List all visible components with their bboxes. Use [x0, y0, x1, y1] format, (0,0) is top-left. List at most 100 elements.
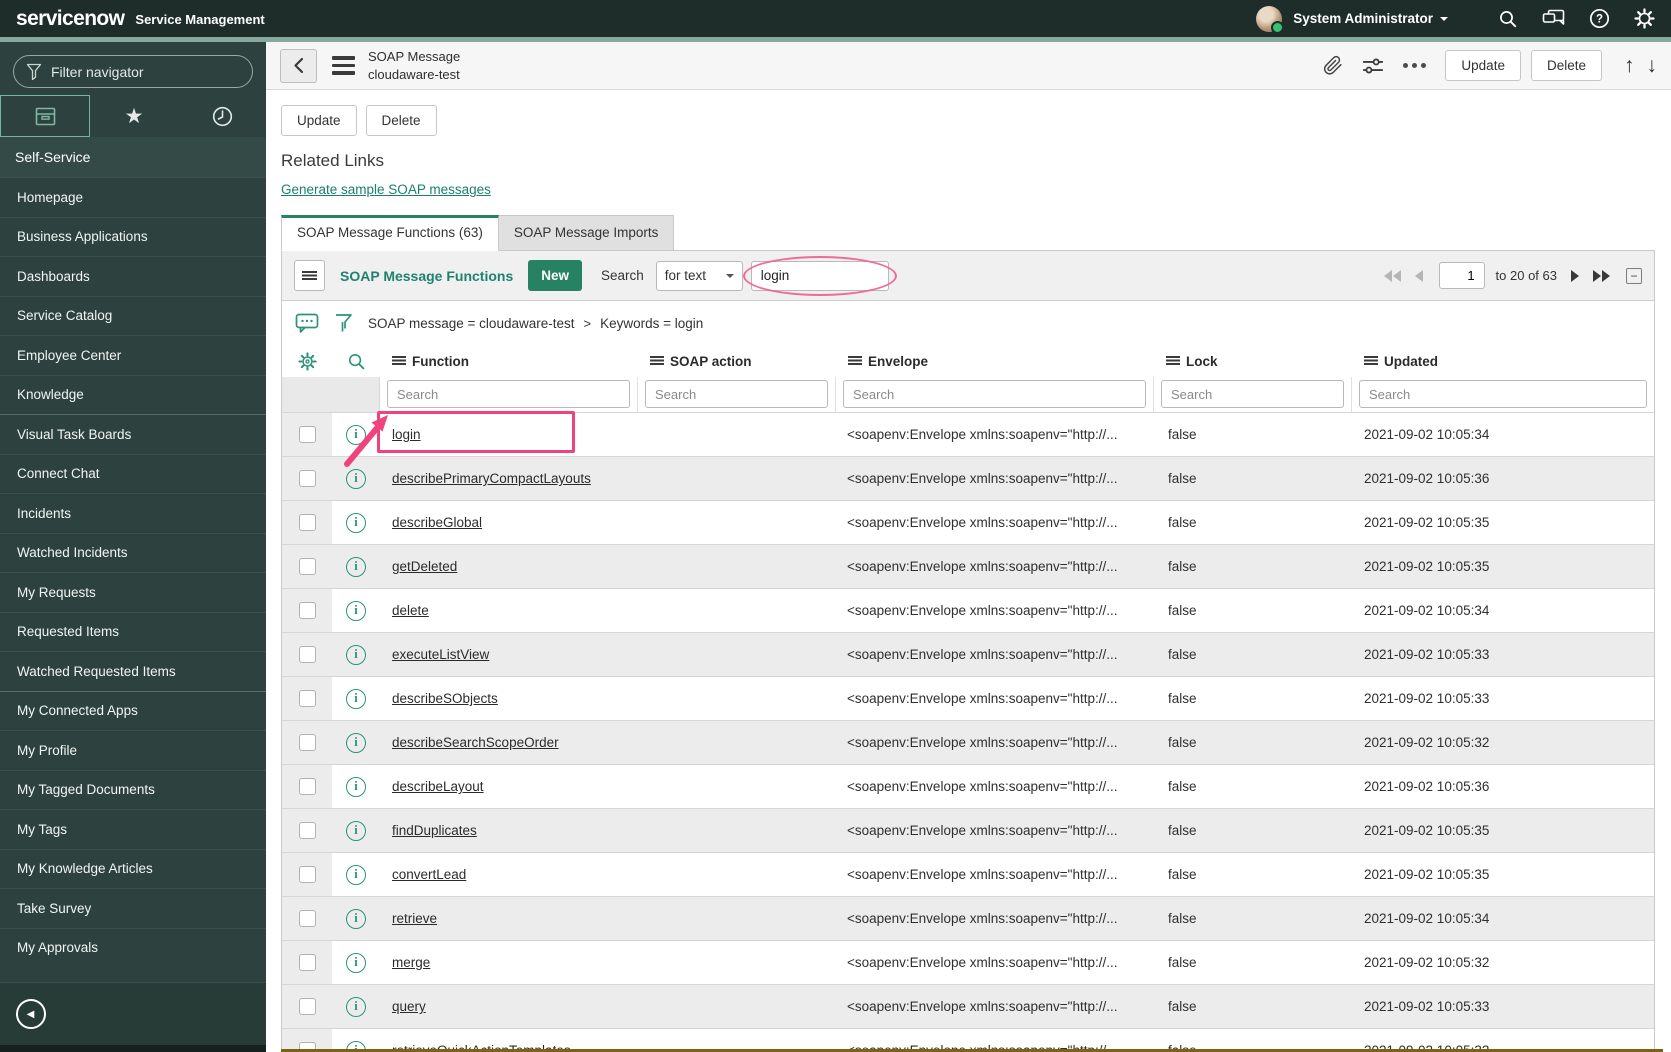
info-icon[interactable]: i	[346, 732, 366, 753]
info-icon[interactable]: i	[346, 512, 366, 533]
search-icon[interactable]	[1498, 9, 1518, 29]
function-link[interactable]: login	[392, 427, 421, 442]
info-icon[interactable]: i	[346, 688, 366, 709]
previous-record-icon[interactable]: ↑	[1624, 54, 1635, 78]
update-button-header[interactable]: Update	[1445, 50, 1521, 81]
soap-action-column-search[interactable]	[645, 380, 828, 408]
filter-funnel-icon[interactable]	[334, 313, 353, 334]
sidebar-item[interactable]: Visual Task Boards	[0, 414, 266, 454]
sidebar-item[interactable]: Watched Incidents	[0, 532, 266, 573]
info-icon[interactable]: i	[346, 908, 366, 929]
column-header-envelope[interactable]: Envelope	[836, 354, 1154, 369]
first-page-icon[interactable]	[1383, 269, 1401, 282]
row-checkbox[interactable]	[298, 910, 316, 927]
row-checkbox[interactable]	[298, 514, 316, 531]
sidebar-item[interactable]: Business Applications	[0, 216, 266, 257]
new-button[interactable]: New	[528, 260, 582, 291]
avatar[interactable]	[1256, 5, 1285, 34]
info-icon[interactable]: i	[346, 556, 366, 577]
next-page-icon[interactable]	[1571, 269, 1579, 282]
sidebar-item[interactable]: Take Survey	[0, 888, 266, 928]
filter-navigator-input[interactable]	[51, 63, 240, 80]
row-checkbox[interactable]	[298, 558, 316, 575]
filter-navigator[interactable]	[13, 55, 253, 88]
row-checkbox[interactable]	[298, 954, 316, 971]
function-link[interactable]: findDuplicates	[392, 823, 477, 838]
column-header-soap-action[interactable]: SOAP action	[638, 354, 836, 369]
function-link[interactable]: query	[392, 999, 426, 1014]
row-checkbox[interactable]	[298, 646, 316, 663]
function-link[interactable]: retrieve	[392, 911, 437, 926]
row-checkbox[interactable]	[298, 426, 316, 443]
column-header-updated[interactable]: Updated	[1352, 354, 1654, 369]
column-menu-icon[interactable]	[1166, 356, 1180, 366]
paperclip-icon[interactable]	[1323, 55, 1343, 76]
row-checkbox[interactable]	[298, 822, 316, 839]
info-icon[interactable]: i	[346, 424, 366, 445]
envelope-column-search[interactable]	[843, 380, 1146, 408]
info-icon[interactable]: i	[346, 864, 366, 885]
info-icon[interactable]: i	[346, 644, 366, 665]
lock-column-search[interactable]	[1161, 380, 1344, 408]
function-link[interactable]: describeSObjects	[392, 691, 498, 706]
info-icon[interactable]: i	[346, 952, 366, 973]
last-page-icon[interactable]	[1593, 269, 1610, 282]
row-checkbox[interactable]	[298, 778, 316, 795]
row-checkbox[interactable]	[298, 998, 316, 1015]
sidebar-item[interactable]: Dashboards	[0, 256, 266, 296]
function-link[interactable]: describePrimaryCompactLayouts	[392, 471, 591, 486]
tab-soap-message-functions[interactable]: SOAP Message Functions (63)	[281, 215, 499, 251]
info-icon[interactable]: i	[346, 776, 366, 797]
sidebar-item[interactable]: My Approvals	[0, 927, 266, 968]
row-checkbox[interactable]	[298, 734, 316, 751]
row-checkbox[interactable]	[298, 866, 316, 883]
column-menu-icon[interactable]	[392, 356, 406, 366]
search-type-select[interactable]: for text	[655, 260, 743, 291]
sidebar-item[interactable]: Homepage	[0, 177, 266, 217]
chevron-down-icon[interactable]	[1440, 16, 1448, 25]
delete-button[interactable]: Delete	[365, 105, 437, 136]
updated-column-search[interactable]	[1359, 380, 1647, 408]
tab-all-applications[interactable]	[0, 95, 90, 137]
back-button[interactable]	[280, 48, 317, 83]
tab-favorites[interactable]: ★	[90, 95, 178, 137]
column-menu-icon[interactable]	[848, 356, 862, 366]
list-settings-gear-icon[interactable]	[282, 351, 332, 371]
page-number-input[interactable]	[1438, 262, 1485, 289]
list-context-menu-icon[interactable]	[294, 260, 325, 291]
sidebar-item[interactable]: Incidents	[0, 493, 266, 533]
sidebar-item[interactable]: My Knowledge Articles	[0, 848, 266, 889]
more-options-icon[interactable]	[1403, 63, 1427, 68]
delete-button-header[interactable]: Delete	[1530, 50, 1602, 81]
generate-sample-link[interactable]: Generate sample SOAP messages	[281, 182, 491, 197]
info-icon[interactable]: i	[346, 820, 366, 841]
next-record-icon[interactable]: ↓	[1647, 54, 1658, 78]
row-checkbox[interactable]	[298, 690, 316, 707]
sidebar-item[interactable]: My Connected Apps	[0, 690, 266, 731]
function-link[interactable]: describeLayout	[392, 779, 484, 794]
column-menu-icon[interactable]	[650, 356, 664, 366]
sidebar-item[interactable]: Knowledge	[0, 374, 266, 415]
column-header-function[interactable]: Function	[380, 354, 638, 369]
update-button[interactable]: Update	[281, 105, 357, 136]
function-link[interactable]: describeGlobal	[392, 515, 482, 530]
previous-page-icon[interactable]	[1414, 269, 1423, 282]
function-link[interactable]: merge	[392, 955, 430, 970]
tab-history[interactable]	[178, 95, 266, 137]
tab-soap-message-imports[interactable]: SOAP Message Imports	[498, 215, 675, 251]
breadcrumb-keywords[interactable]: Keywords = login	[600, 316, 703, 331]
collapse-list-icon[interactable]: −	[1626, 267, 1642, 284]
message-bubble-icon[interactable]	[295, 313, 319, 334]
sidebar-item[interactable]: My Tags	[0, 809, 266, 849]
chat-icon[interactable]	[1542, 9, 1565, 28]
function-link[interactable]: describeSearchScopeOrder	[392, 735, 559, 750]
info-icon[interactable]: i	[346, 996, 366, 1017]
function-column-search[interactable]	[387, 380, 630, 408]
row-checkbox[interactable]	[298, 470, 316, 487]
sidebar-item[interactable]: My Requests	[0, 572, 266, 612]
sidebar-item[interactable]: Employee Center	[0, 335, 266, 375]
sidebar-section-self-service[interactable]: Self-Service	[0, 137, 266, 177]
breadcrumb-soap-message[interactable]: SOAP message = cloudaware-test	[368, 316, 574, 331]
sliders-icon[interactable]	[1362, 57, 1384, 75]
sidebar-item[interactable]: My Profile	[0, 730, 266, 770]
